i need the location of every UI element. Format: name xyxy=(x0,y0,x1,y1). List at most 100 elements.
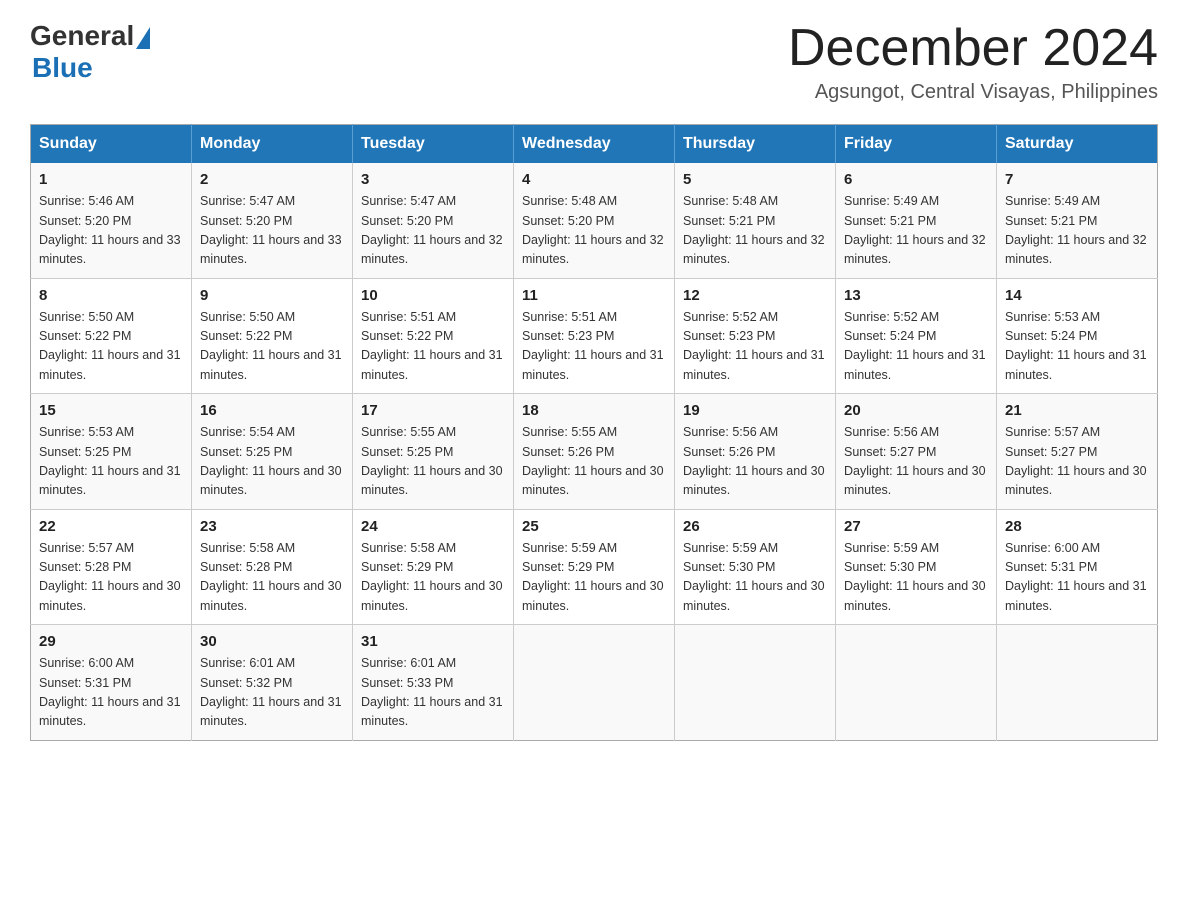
calendar-week-row: 29 Sunrise: 6:00 AMSunset: 5:31 PMDayligh… xyxy=(31,625,1158,741)
day-number: 5 xyxy=(683,171,827,188)
column-header-sunday: Sunday xyxy=(31,125,192,164)
day-number: 1 xyxy=(39,171,183,188)
calendar-table: SundayMondayTuesdayWednesdayThursdayFrid… xyxy=(30,124,1158,741)
calendar-cell: 2 Sunrise: 5:47 AMSunset: 5:20 PMDaylight… xyxy=(192,163,353,278)
day-info: Sunrise: 6:01 AMSunset: 5:32 PMDaylight:… xyxy=(200,654,344,732)
day-info: Sunrise: 5:58 AMSunset: 5:28 PMDaylight:… xyxy=(200,539,344,617)
month-title: December 2024 xyxy=(788,20,1158,77)
calendar-cell: 15 Sunrise: 5:53 AMSunset: 5:25 PMDayligh… xyxy=(31,394,192,510)
day-info: Sunrise: 5:59 AMSunset: 5:29 PMDaylight:… xyxy=(522,539,666,617)
day-number: 7 xyxy=(1005,171,1149,188)
title-section: December 2024 Agsungot, Central Visayas,… xyxy=(788,20,1158,104)
day-info: Sunrise: 5:56 AMSunset: 5:26 PMDaylight:… xyxy=(683,423,827,501)
calendar-cell: 12 Sunrise: 5:52 AMSunset: 5:23 PMDayligh… xyxy=(675,278,836,394)
calendar-cell: 13 Sunrise: 5:52 AMSunset: 5:24 PMDayligh… xyxy=(836,278,997,394)
day-number: 9 xyxy=(200,287,344,304)
day-number: 28 xyxy=(1005,518,1149,535)
day-info: Sunrise: 5:55 AMSunset: 5:25 PMDaylight:… xyxy=(361,423,505,501)
day-info: Sunrise: 5:57 AMSunset: 5:27 PMDaylight:… xyxy=(1005,423,1149,501)
calendar-week-row: 1 Sunrise: 5:46 AMSunset: 5:20 PMDaylight… xyxy=(31,163,1158,278)
day-number: 8 xyxy=(39,287,183,304)
calendar-cell: 31Sunrise: 6:01 AMSunset: 5:33 PMDayligh… xyxy=(353,625,514,741)
calendar-cell: 21 Sunrise: 5:57 AMSunset: 5:27 PMDayligh… xyxy=(997,394,1158,510)
day-number: 14 xyxy=(1005,287,1149,304)
calendar-cell: 28 Sunrise: 6:00 AMSunset: 5:31 PMDayligh… xyxy=(997,509,1158,625)
day-info: Sunrise: 5:51 AMSunset: 5:22 PMDaylight:… xyxy=(361,308,505,386)
calendar-week-row: 15 Sunrise: 5:53 AMSunset: 5:25 PMDayligh… xyxy=(31,394,1158,510)
day-number: 6 xyxy=(844,171,988,188)
day-info: Sunrise: 5:47 AMSunset: 5:20 PMDaylight:… xyxy=(361,192,505,270)
day-number: 21 xyxy=(1005,402,1149,419)
day-number: 17 xyxy=(361,402,505,419)
column-header-wednesday: Wednesday xyxy=(514,125,675,164)
day-info: Sunrise: 6:00 AMSunset: 5:31 PMDaylight:… xyxy=(1005,539,1149,617)
calendar-cell xyxy=(675,625,836,741)
day-info: Sunrise: 5:58 AMSunset: 5:29 PMDaylight:… xyxy=(361,539,505,617)
day-info: Sunrise: 5:49 AMSunset: 5:21 PMDaylight:… xyxy=(1005,192,1149,270)
day-number: 24 xyxy=(361,518,505,535)
calendar-cell: 16Sunrise: 5:54 AMSunset: 5:25 PMDayligh… xyxy=(192,394,353,510)
day-number: 25 xyxy=(522,518,666,535)
day-info: Sunrise: 5:52 AMSunset: 5:23 PMDaylight:… xyxy=(683,308,827,386)
column-header-saturday: Saturday xyxy=(997,125,1158,164)
day-info: Sunrise: 5:51 AMSunset: 5:23 PMDaylight:… xyxy=(522,308,666,386)
calendar-cell: 1 Sunrise: 5:46 AMSunset: 5:20 PMDaylight… xyxy=(31,163,192,278)
calendar-cell: 30 Sunrise: 6:01 AMSunset: 5:32 PMDayligh… xyxy=(192,625,353,741)
day-number: 11 xyxy=(522,287,666,304)
day-number: 20 xyxy=(844,402,988,419)
day-info: Sunrise: 5:46 AMSunset: 5:20 PMDaylight:… xyxy=(39,192,183,270)
calendar-cell: 27Sunrise: 5:59 AMSunset: 5:30 PMDayligh… xyxy=(836,509,997,625)
day-number: 30 xyxy=(200,633,344,650)
day-number: 12 xyxy=(683,287,827,304)
day-number: 16 xyxy=(200,402,344,419)
calendar-week-row: 8 Sunrise: 5:50 AMSunset: 5:22 PMDaylight… xyxy=(31,278,1158,394)
calendar-cell: 10 Sunrise: 5:51 AMSunset: 5:22 PMDayligh… xyxy=(353,278,514,394)
calendar-cell: 17 Sunrise: 5:55 AMSunset: 5:25 PMDayligh… xyxy=(353,394,514,510)
day-number: 22 xyxy=(39,518,183,535)
day-number: 10 xyxy=(361,287,505,304)
calendar-cell: 29 Sunrise: 6:00 AMSunset: 5:31 PMDayligh… xyxy=(31,625,192,741)
day-number: 23 xyxy=(200,518,344,535)
day-info: Sunrise: 6:00 AMSunset: 5:31 PMDaylight:… xyxy=(39,654,183,732)
calendar-cell: 14 Sunrise: 5:53 AMSunset: 5:24 PMDayligh… xyxy=(997,278,1158,394)
day-info: Sunrise: 5:57 AMSunset: 5:28 PMDaylight:… xyxy=(39,539,183,617)
calendar-cell: 22 Sunrise: 5:57 AMSunset: 5:28 PMDayligh… xyxy=(31,509,192,625)
day-info: Sunrise: 5:50 AMSunset: 5:22 PMDaylight:… xyxy=(200,308,344,386)
column-header-monday: Monday xyxy=(192,125,353,164)
calendar-cell xyxy=(997,625,1158,741)
calendar-cell: 3Sunrise: 5:47 AMSunset: 5:20 PMDaylight… xyxy=(353,163,514,278)
calendar-cell: 4Sunrise: 5:48 AMSunset: 5:20 PMDaylight… xyxy=(514,163,675,278)
calendar-cell xyxy=(836,625,997,741)
calendar-week-row: 22 Sunrise: 5:57 AMSunset: 5:28 PMDayligh… xyxy=(31,509,1158,625)
page-header: General Blue December 2024 Agsungot, Cen… xyxy=(30,20,1158,104)
calendar-cell xyxy=(514,625,675,741)
day-number: 18 xyxy=(522,402,666,419)
day-number: 15 xyxy=(39,402,183,419)
logo-general-text: General xyxy=(30,20,134,52)
logo: General Blue xyxy=(30,20,150,84)
day-info: Sunrise: 5:48 AMSunset: 5:21 PMDaylight:… xyxy=(683,192,827,270)
day-number: 13 xyxy=(844,287,988,304)
logo-blue-text: Blue xyxy=(32,52,93,84)
day-info: Sunrise: 5:55 AMSunset: 5:26 PMDaylight:… xyxy=(522,423,666,501)
calendar-cell: 18 Sunrise: 5:55 AMSunset: 5:26 PMDayligh… xyxy=(514,394,675,510)
day-info: Sunrise: 5:56 AMSunset: 5:27 PMDaylight:… xyxy=(844,423,988,501)
calendar-cell: 24 Sunrise: 5:58 AMSunset: 5:29 PMDayligh… xyxy=(353,509,514,625)
calendar-cell: 8 Sunrise: 5:50 AMSunset: 5:22 PMDaylight… xyxy=(31,278,192,394)
day-info: Sunrise: 5:47 AMSunset: 5:20 PMDaylight:… xyxy=(200,192,344,270)
calendar-cell: 20 Sunrise: 5:56 AMSunset: 5:27 PMDayligh… xyxy=(836,394,997,510)
day-number: 4 xyxy=(522,171,666,188)
column-header-tuesday: Tuesday xyxy=(353,125,514,164)
day-info: Sunrise: 5:53 AMSunset: 5:25 PMDaylight:… xyxy=(39,423,183,501)
logo-triangle-icon xyxy=(136,27,150,49)
day-number: 29 xyxy=(39,633,183,650)
location-text: Agsungot, Central Visayas, Philippines xyxy=(788,81,1158,104)
day-number: 2 xyxy=(200,171,344,188)
column-header-friday: Friday xyxy=(836,125,997,164)
calendar-cell: 5 Sunrise: 5:48 AMSunset: 5:21 PMDaylight… xyxy=(675,163,836,278)
calendar-cell: 6Sunrise: 5:49 AMSunset: 5:21 PMDaylight… xyxy=(836,163,997,278)
day-info: Sunrise: 5:52 AMSunset: 5:24 PMDaylight:… xyxy=(844,308,988,386)
day-info: Sunrise: 5:53 AMSunset: 5:24 PMDaylight:… xyxy=(1005,308,1149,386)
day-info: Sunrise: 5:50 AMSunset: 5:22 PMDaylight:… xyxy=(39,308,183,386)
day-number: 27 xyxy=(844,518,988,535)
